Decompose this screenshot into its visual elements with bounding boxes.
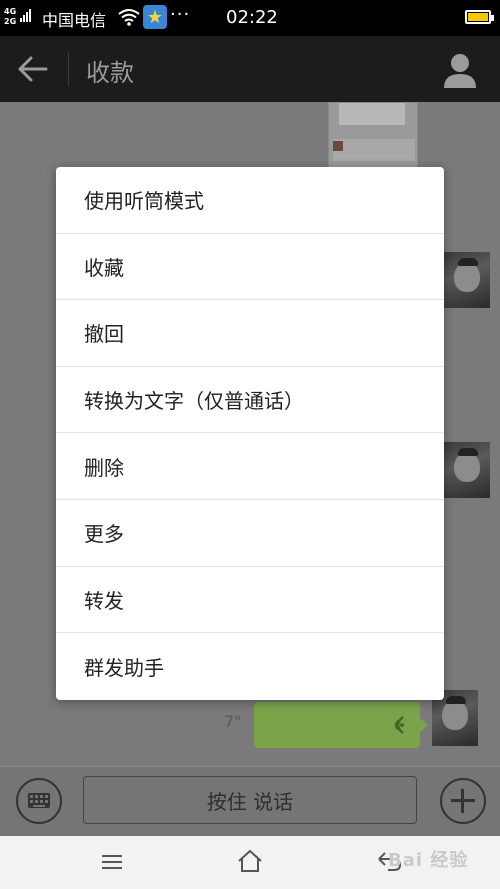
voice-duration: 7" <box>224 712 242 731</box>
keyboard-toggle-button[interactable] <box>16 778 62 824</box>
home-nav-icon[interactable] <box>236 848 264 874</box>
plus-icon[interactable] <box>440 778 486 824</box>
clock: 02:22 <box>226 7 278 28</box>
shared-image-thumbnail[interactable] <box>328 102 418 168</box>
system-nav-bar: Bai 经验 <box>0 836 500 889</box>
battery-icon <box>465 10 494 24</box>
message-context-menu: 使用听筒模式 收藏 撤回 转换为文字（仅普通话） 删除 更多 转发 群发助手 <box>56 167 444 700</box>
input-bar: 按住 说话 <box>0 766 500 836</box>
keyboard-icon <box>28 793 50 808</box>
watermark: Bai 经验 <box>388 850 469 871</box>
profile-icon[interactable] <box>440 50 480 90</box>
menu-item-earpiece-mode[interactable]: 使用听筒模式 <box>56 167 444 234</box>
more-notifications-icon: ··· <box>170 4 191 25</box>
network-label: 4G 2G <box>4 7 17 26</box>
header-divider <box>68 52 69 86</box>
voice-message-bubble[interactable] <box>254 702 428 748</box>
wifi-icon <box>118 9 140 26</box>
menu-item-broadcast-assistant[interactable]: 群发助手 <box>56 633 444 700</box>
menu-nav-icon[interactable] <box>100 852 124 872</box>
menu-item-recall[interactable]: 撤回 <box>56 300 444 367</box>
status-bar: 4G 2G 中国电信 ★ ··· 02:22 <box>0 0 500 36</box>
voice-wave-icon <box>394 716 404 734</box>
menu-item-convert-to-text[interactable]: 转换为文字（仅普通话） <box>56 367 444 434</box>
menu-item-more[interactable]: 更多 <box>56 500 444 567</box>
star-app-icon: ★ <box>143 5 167 29</box>
hold-to-talk-button[interactable]: 按住 说话 <box>83 776 417 824</box>
chat-header: 收款 <box>0 36 500 102</box>
avatar[interactable] <box>444 442 490 498</box>
menu-item-favorite[interactable]: 收藏 <box>56 234 444 301</box>
signal-icon <box>20 9 31 22</box>
carrier-name: 中国电信 <box>42 11 107 30</box>
menu-item-delete[interactable]: 删除 <box>56 433 444 500</box>
avatar[interactable] <box>444 252 490 308</box>
back-arrow-icon[interactable] <box>16 54 50 84</box>
chat-title: 收款 <box>86 59 134 87</box>
menu-item-forward[interactable]: 转发 <box>56 567 444 634</box>
